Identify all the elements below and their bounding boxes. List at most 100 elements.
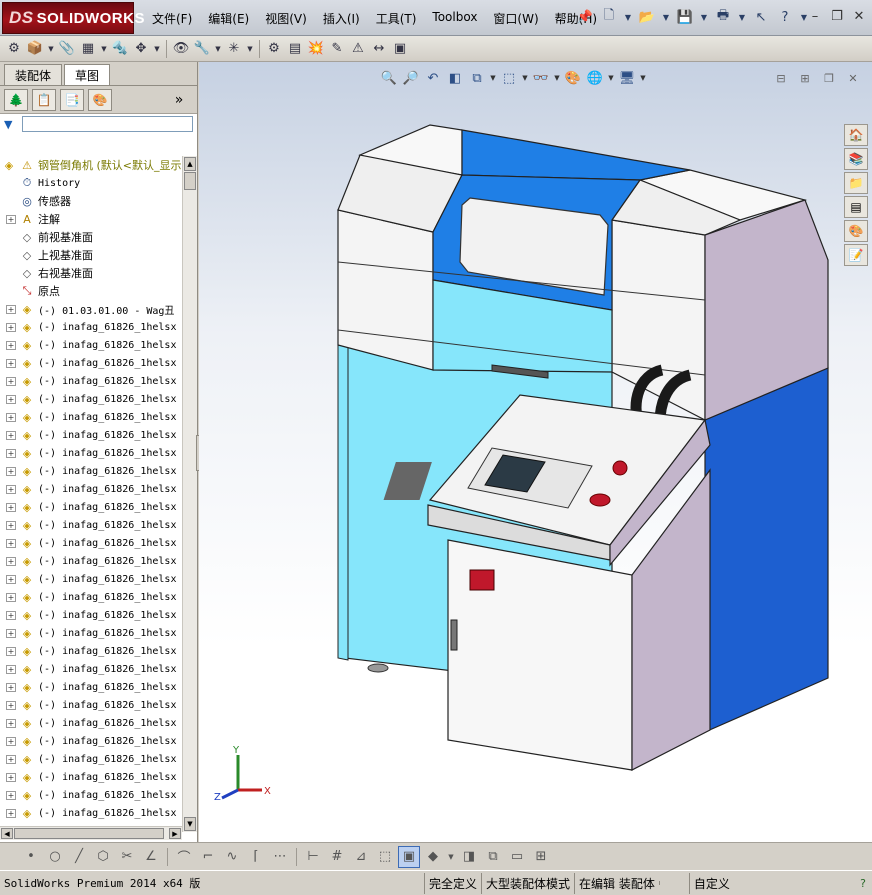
tree-item-plane[interactable]: ◇ 上视基准面 (0, 246, 182, 264)
expand-toggle-icon[interactable]: + (6, 754, 16, 764)
menu-view[interactable]: 视图(V) (257, 8, 315, 28)
line-icon[interactable]: ╱ (68, 846, 90, 868)
wireframe-box-icon[interactable]: ⬚ (374, 846, 396, 868)
display-style-dropdown-icon[interactable]: ▼ (446, 846, 456, 868)
menu-toolbox[interactable]: Toolbox (424, 8, 485, 28)
save-dropdown-icon[interactable]: ▼ (698, 6, 710, 28)
units-selector[interactable]: 自定义 (688, 872, 734, 894)
exploded-view-icon[interactable]: 💥 (306, 39, 326, 59)
tree-component-row[interactable]: + ◈ (-) inafag_61826_1helsx (0, 444, 182, 462)
tree-component-row[interactable]: + ◈ (-) inafag_61826_1helsx (0, 660, 182, 678)
smart-fasteners-icon[interactable]: 🔩 (110, 39, 130, 59)
tree-item-sensor[interactable]: ◎ 传感器 (0, 192, 182, 210)
tree-component-row[interactable]: + ◈ (-) inafag_61826_1helsx (0, 318, 182, 336)
tree-component-row[interactable]: + ◈ (-) inafag_61826_1helsx (0, 426, 182, 444)
show-hidden-icon[interactable]: 👁 (171, 39, 191, 59)
view-settings-icon[interactable]: 🖥 (617, 68, 637, 88)
expand-toggle-icon[interactable]: + (6, 628, 16, 638)
expand-toggle-icon[interactable]: + (6, 646, 16, 656)
expand-toggle-icon[interactable]: + (6, 322, 16, 332)
scroll-left-icon[interactable]: ◀ (1, 828, 13, 839)
insert-component-icon[interactable]: 📦 (25, 39, 45, 59)
section-view-icon[interactable]: ◧ (445, 68, 465, 88)
expand-panel-icon[interactable]: » (167, 89, 191, 111)
interference-detection-icon[interactable]: ⚠ (348, 39, 368, 59)
arc-icon[interactable]: ⌒ (173, 846, 195, 868)
menu-edit[interactable]: 编辑(E) (200, 8, 257, 28)
reference-geometry-icon[interactable]: ✳ (224, 39, 244, 59)
solidworks-logo[interactable]: DS SOLIDWORKS (2, 2, 144, 34)
expand-toggle-icon[interactable]: + (6, 664, 16, 674)
clearance-verification-icon[interactable]: ↔ (369, 39, 389, 59)
view-orientation-dropdown-icon[interactable]: ▼ (489, 68, 497, 88)
tree-item-annotation[interactable]: + A 注解 (0, 210, 182, 228)
expand-toggle-icon[interactable]: + (6, 592, 16, 602)
feature-tree-tab-icon[interactable]: 🌲 (4, 88, 28, 111)
linear-pattern-icon[interactable]: ▦ (78, 39, 98, 59)
expand-toggle-icon[interactable]: + (6, 430, 16, 440)
expand-toggle-icon[interactable]: + (6, 610, 16, 620)
bill-of-materials-icon[interactable]: ▤ (285, 39, 305, 59)
polygon-icon[interactable]: ⬡ (92, 846, 114, 868)
expand-toggle-icon[interactable]: + (6, 502, 16, 512)
hide-show-items-icon[interactable]: 👓 (531, 68, 551, 88)
tree-component-row[interactable]: + ◈ (-) inafag_61826_1helsx (0, 570, 182, 588)
menu-tools[interactable]: 工具(T) (368, 8, 425, 28)
expand-toggle-icon[interactable]: + (6, 736, 16, 746)
assembly-icon[interactable]: ⚙ (4, 39, 24, 59)
edit-appearance-icon[interactable]: 🎨 (563, 68, 583, 88)
tile-right-icon[interactable]: ⊞ (796, 70, 814, 86)
menu-window[interactable]: 窗口(W) (485, 8, 546, 28)
expand-toggle-icon[interactable]: + (6, 412, 16, 422)
tree-vertical-scrollbar[interactable]: ▲ ▼ (182, 156, 197, 832)
table-icon[interactable]: ⊞ (530, 846, 552, 868)
reference-dropdown-icon[interactable]: ▼ (245, 39, 255, 59)
appearances-scenes-icon[interactable]: 🎨 (844, 220, 868, 242)
expand-toggle-icon[interactable]: + (6, 466, 16, 476)
tree-item-plane[interactable]: ◇ 右视基准面 (0, 264, 182, 282)
configuration-manager-tab-icon[interactable]: 📑 (60, 88, 84, 111)
filter-icon[interactable]: ▼ (4, 118, 20, 131)
display-manager-tab-icon[interactable]: 🎨 (88, 88, 112, 111)
scroll-thumb[interactable] (14, 828, 164, 839)
scroll-up-icon[interactable]: ▲ (184, 157, 196, 171)
relation-icon[interactable]: ⊿ (350, 846, 372, 868)
pin-icon[interactable]: 📌 (574, 6, 596, 28)
tree-component-row[interactable]: + ◈ (-) inafag_61826_1helsx (0, 714, 182, 732)
move-dropdown-icon[interactable]: ▼ (152, 39, 162, 59)
tree-component-row[interactable]: + ◈ (-) inafag_61826_1helsx (0, 750, 182, 768)
save-icon[interactable]: 💾 (674, 6, 696, 28)
tree-component-row[interactable]: + ◈ (-) inafag_61826_1helsx (0, 516, 182, 534)
tree-component-row[interactable]: + ◈ (-) inafag_61826_1helsx (0, 534, 182, 552)
tree-component-row[interactable]: + ◈ (-) inafag_61826_1helsx (0, 642, 182, 660)
expand-toggle-icon[interactable]: + (6, 772, 16, 782)
dynamic-annotation-icon[interactable]: ⧉ (467, 68, 487, 88)
expand-toggle-icon[interactable]: + (6, 556, 16, 566)
scroll-right-icon[interactable]: ▶ (169, 828, 181, 839)
zoom-to-area-icon[interactable]: 🔎 (401, 68, 421, 88)
tile-left-icon[interactable]: ⊟ (772, 70, 790, 86)
fillet-icon[interactable]: ⌐ (197, 846, 219, 868)
zoom-to-fit-icon[interactable]: 🔍 (379, 68, 399, 88)
tree-component-row[interactable]: + ◈ (-) inafag_61826_1helsx (0, 408, 182, 426)
print-dropdown-icon[interactable]: ▼ (736, 6, 748, 28)
tree-component-row[interactable]: + ◈ (-) inafag_61826_1helsx (0, 336, 182, 354)
tree-component-row[interactable]: + ◈ (-) 01.03.01.00 - Wag丑 (0, 300, 182, 318)
expand-toggle-icon[interactable]: + (6, 214, 16, 224)
menu-file[interactable]: 文件(F) (144, 8, 200, 28)
spline-icon[interactable]: ∿ (221, 846, 243, 868)
tree-component-row[interactable]: + ◈ (-) inafag_61826_1helsx (0, 606, 182, 624)
explode-line-sketch-icon[interactable]: ✎ (327, 39, 347, 59)
expand-toggle-icon[interactable]: + (6, 484, 16, 494)
tree-component-row[interactable]: + ◈ (-) inafag_61826_1helsx (0, 786, 182, 804)
tree-item-history[interactable]: ⏱ History (0, 174, 182, 192)
tree-component-row[interactable]: + ◈ (-) inafag_61826_1helsx (0, 624, 182, 642)
status-help-icon[interactable]: ? (856, 875, 872, 892)
restore-icon[interactable]: ❐ (828, 7, 846, 25)
shaded-box-icon[interactable]: ▣ (398, 845, 420, 868)
expand-toggle-icon[interactable]: + (6, 376, 16, 386)
filter-input[interactable] (22, 116, 193, 132)
tree-horizontal-scrollbar[interactable]: ◀ ▶ (0, 826, 182, 840)
section-icon[interactable]: ◨ (458, 846, 480, 868)
tree-component-row[interactable]: + ◈ (-) inafag_61826_1helsx (0, 462, 182, 480)
